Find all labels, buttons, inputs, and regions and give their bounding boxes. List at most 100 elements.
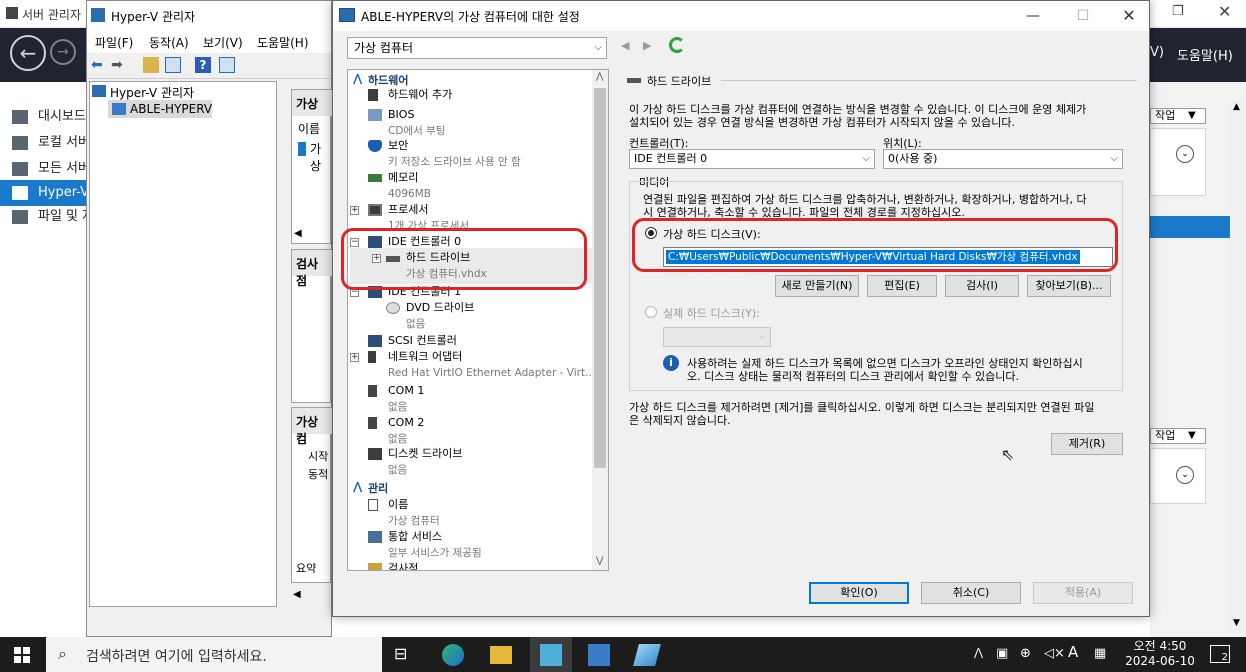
folder-up-icon[interactable]	[143, 57, 159, 73]
help-icon[interactable]: ?	[195, 57, 211, 73]
sidebar-item-hyperv[interactable]: Hyper-V	[0, 180, 86, 206]
task-dropdown-1[interactable]: 작업	[1150, 108, 1206, 124]
description-text: 설치되어 있는 경우 연결 방식을 변경하면 가상 컴퓨터가 시작되지 않을 수…	[629, 116, 1016, 129]
edge-icon[interactable]	[442, 644, 464, 666]
scroll-left-icon[interactable]: ◀	[293, 589, 301, 600]
close-icon[interactable]: ✕	[1109, 5, 1149, 27]
scroll-down-icon[interactable]: ▼	[1233, 618, 1240, 628]
close-icon[interactable]: ✕	[1218, 2, 1231, 21]
tab-summary[interactable]: 요약	[296, 560, 316, 576]
vm-connection-icon[interactable]	[633, 644, 661, 666]
back-arrow-icon[interactable]: ⬅	[91, 57, 107, 73]
menu-view[interactable]: 보기(V)	[203, 34, 243, 51]
mouse-cursor-icon: ⇖	[1001, 445, 1015, 464]
sidebar-item-file-storage[interactable]: 파일 및 저장소	[0, 204, 86, 230]
globe-icon[interactable]: ⊕	[1020, 646, 1031, 661]
scroll-thumb[interactable]	[594, 88, 606, 468]
inspect-button[interactable]: 검사(I)	[945, 275, 1019, 297]
settings-tree: ⋀ 하드웨어 하드웨어 추가 BIOS CD에서 부팅 보안 키 저장소 드라이…	[347, 69, 609, 571]
tray-network-alert-icon[interactable]: ▣	[996, 646, 1008, 661]
taskbar-search[interactable]: ⌕ 검색하려면 여기에 입력하세요.	[46, 637, 382, 672]
selected-row[interactable]	[1150, 216, 1230, 238]
memory-icon	[368, 174, 382, 182]
section-hardware[interactable]: ⋀ 하드웨어	[348, 72, 592, 88]
server-manager-icon[interactable]	[540, 644, 562, 666]
sidebar-item-local-server[interactable]: 로컬 서버	[0, 130, 86, 156]
controller-select[interactable]: IDE 컨트롤러 0 ⌵	[629, 149, 875, 169]
task-dropdown-2[interactable]: 작업	[1150, 428, 1206, 444]
start-tile	[23, 656, 30, 663]
scroll-left-icon[interactable]: ◀	[294, 228, 302, 239]
expand-icon[interactable]: ⌄	[1176, 466, 1194, 484]
volume-muted-icon[interactable]: ◁×	[1044, 646, 1065, 661]
hyperv-titlebar: Hyper-V 관리자	[87, 1, 331, 29]
chevron-down-icon: ▼	[1188, 110, 1196, 121]
vm-select[interactable]: 가상 컴퓨터 ⌵	[347, 37, 607, 59]
browse-button[interactable]: 찾아보기(B)...	[1027, 275, 1111, 297]
vm-detail-pane: 가상 컴 시작 동적 요약	[291, 407, 332, 583]
remove-button[interactable]: 제거(R)	[1051, 433, 1123, 455]
detail-label: 시작	[308, 450, 329, 463]
menu-help[interactable]: 도움말(H)	[1177, 45, 1233, 64]
scroll-down-icon[interactable]: ⋁	[596, 556, 603, 566]
column-header-name[interactable]: 이름	[298, 120, 320, 137]
expand-icon[interactable]: +	[350, 353, 359, 362]
ime-mode-icon[interactable]: ▦	[1094, 646, 1106, 661]
annotation-highlight-vhd	[632, 218, 1118, 272]
next-icon: ▶	[643, 39, 652, 52]
forward-icon[interactable]: →	[50, 39, 76, 65]
hyperv-menubar: 파일(F) 동작(A) 보기(V) 도움말(H)	[87, 29, 331, 53]
server-manager-icon	[6, 7, 18, 19]
show-hide-tree-icon[interactable]	[165, 57, 181, 73]
forward-arrow-icon[interactable]: ➡	[111, 57, 127, 73]
sidebar-item-all-servers[interactable]: 모든 서버	[0, 156, 86, 182]
expand-icon[interactable]: +	[350, 206, 359, 215]
sidebar-item-dashboard[interactable]: 대시보드	[0, 104, 86, 130]
tree-root[interactable]: Hyper-V 관리자	[110, 84, 194, 101]
collapse-icon[interactable]: ⋀	[353, 480, 362, 493]
notification-icon[interactable]: 2	[1210, 645, 1230, 663]
tray-expand-icon[interactable]: ⋀	[974, 646, 983, 659]
ok-button[interactable]: 확인(O)	[809, 582, 909, 604]
tree-scrollbar[interactable]: ⋀ ⋁	[592, 70, 608, 570]
controller-icon	[368, 335, 382, 347]
scrollbar[interactable]: ▲ ▼	[1230, 100, 1246, 635]
expand-icon[interactable]: ⌄	[1176, 145, 1194, 163]
collapse-icon[interactable]: ⋀	[353, 72, 362, 85]
edit-button[interactable]: 편집(E)	[867, 275, 937, 297]
hyperv-icon	[91, 8, 105, 22]
section-management[interactable]: ⋀ 관리	[348, 480, 592, 496]
clock[interactable]: 오전 4:50 2024-06-10	[1120, 639, 1200, 669]
task-view-icon[interactable]: ⊟	[394, 644, 416, 666]
location-select[interactable]: 0(사용 중) ⌵	[883, 149, 1123, 169]
port-icon	[368, 417, 377, 429]
tile-panel-1	[1150, 128, 1206, 196]
windows-start-icon[interactable]	[14, 647, 30, 663]
search-placeholder: 검색하려면 여기에 입력하세요.	[86, 649, 267, 665]
scroll-up-icon[interactable]: ⋀	[596, 72, 603, 82]
tree-child[interactable]: ABLE-HYPERV	[130, 102, 212, 116]
menu-action[interactable]: 동작(A)	[149, 34, 189, 51]
new-button[interactable]: 새로 만들기(N)	[775, 275, 859, 297]
taskbar: ⌕ 검색하려면 여기에 입력하세요. ⊟ ⋀ ▣ ⊕ ◁× A ▦ 오전 4:5…	[0, 637, 1246, 672]
minimize-icon[interactable]: —	[1013, 5, 1053, 27]
chevron-down-icon: ⌵	[594, 42, 602, 53]
cancel-button[interactable]: 취소(C)	[921, 582, 1021, 604]
vm-row[interactable]: 가상	[310, 140, 330, 174]
server-manager-sidebar: 대시보드 로컬 서버 모든 서버 Hyper-V 파일 및 저장소	[0, 82, 86, 637]
menu-file[interactable]: 파일(F)	[95, 34, 133, 51]
menu-view[interactable]: V)	[1150, 45, 1164, 60]
back-icon[interactable]: ←	[10, 35, 46, 71]
file-explorer-icon[interactable]	[490, 646, 512, 664]
restore-icon[interactable]: ❐	[1172, 4, 1184, 19]
shield-icon	[368, 140, 382, 152]
hyperv-manager-icon[interactable]	[588, 644, 610, 666]
refresh-icon[interactable]	[669, 37, 685, 53]
server-icon	[12, 136, 28, 150]
ime-indicator[interactable]: A	[1068, 643, 1078, 661]
properties-icon[interactable]	[219, 57, 235, 73]
pane-header: 검사점	[292, 250, 332, 288]
scroll-up-icon[interactable]: ▲	[1233, 102, 1240, 112]
vm-list-pane: 가상 이름 가상 ◀	[291, 89, 332, 244]
menu-help[interactable]: 도움말(H)	[257, 34, 309, 51]
